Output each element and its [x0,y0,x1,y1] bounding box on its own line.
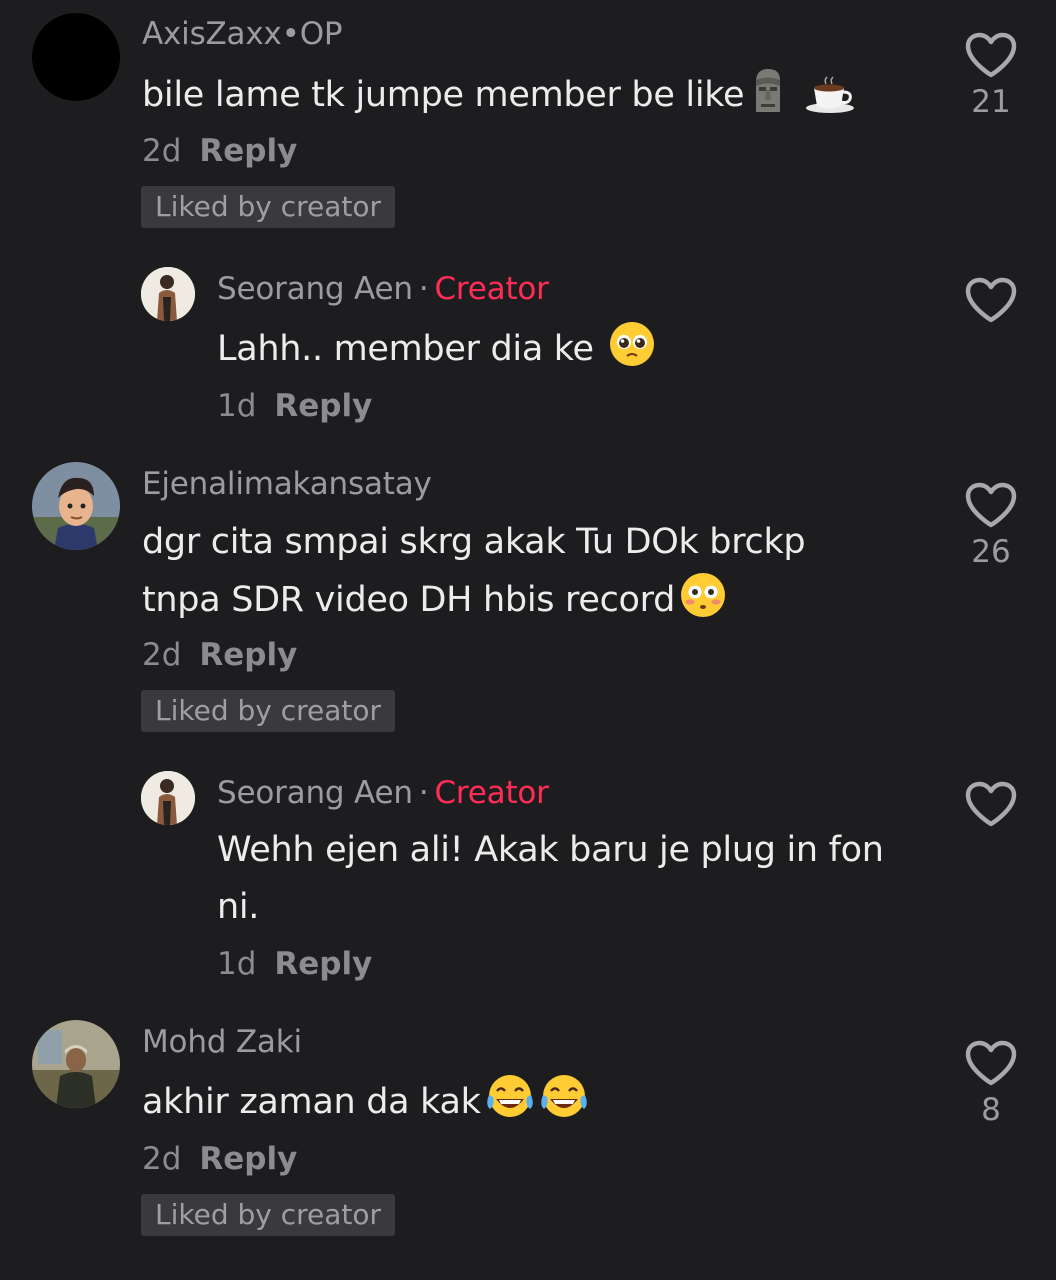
like-button[interactable]: 21 [951,32,1031,120]
comment-text: akhir zaman da kak [142,1073,902,1139]
flushed-face-emoji [679,571,727,637]
reply-button[interactable]: Reply [199,1141,297,1177]
avatar-ejenalimakansatay[interactable] [32,462,120,550]
heart-outline-icon [965,32,1017,78]
comment-username[interactable]: Ejenalimakansatay [142,466,432,502]
heart-outline-icon [965,1040,1017,1086]
creator-tag: Creator [434,775,549,811]
reply-username[interactable]: Seorang Aen · Creator [217,271,549,307]
separator-dot: · [418,271,429,307]
reply-button[interactable]: Reply [274,946,372,982]
comment-meta: 2d Reply [142,637,297,673]
like-button[interactable]: 26 [951,482,1031,570]
tears-of-joy-emoji [485,1073,535,1139]
comment-time: 2d [142,637,182,673]
pleading-face-emoji [608,320,656,386]
avatar-seorang-aen[interactable] [141,771,195,825]
separator-dot: · [418,775,429,811]
comment-meta: 2d Reply [142,1141,297,1177]
comments-page: AxisZaxx•OP bile lame tk jumpe member be… [0,0,1056,1280]
reply-username-text[interactable]: Seorang Aen [217,271,413,307]
creator-tag: Creator [434,271,549,307]
reply-button[interactable]: Reply [199,133,297,169]
reply-meta: 1d Reply [217,388,372,424]
comment-text: dgr cita smpai skrg akak Tu DOk brckp tn… [142,514,862,637]
heart-outline-icon [965,277,1017,323]
heart-outline-icon [965,781,1017,827]
comment-text-body: bile lame tk jumpe member be like [142,75,745,115]
reply-text: Wehh ejen ali! Akak baru je plug in fon … [217,830,884,927]
comment-meta: 2d Reply [142,133,297,169]
reply-button[interactable]: Reply [199,637,297,673]
comment-username[interactable]: Mohd Zaki [142,1024,302,1060]
reply-meta: 1d Reply [217,946,372,982]
like-button[interactable]: 8 [951,1040,1031,1128]
reply-time: 1d [217,946,257,982]
comment-time: 2d [142,133,182,169]
comment-username[interactable]: AxisZaxx•OP [142,16,343,52]
reply-username[interactable]: Seorang Aen · Creator [217,775,549,811]
moai-emoji [748,66,788,132]
liked-by-creator-badge: Liked by creator [141,186,396,228]
like-button[interactable] [951,781,1031,827]
comment-time: 2d [142,1141,182,1177]
comment-text-body: akhir zaman da kak [142,1082,481,1122]
like-count: 21 [971,84,1011,120]
like-count: 26 [971,534,1011,570]
reply-button[interactable]: Reply [274,388,372,424]
comment-text: bile lame tk jumpe member be like [142,66,902,132]
tears-of-joy-emoji [539,1073,589,1139]
like-button[interactable] [951,277,1031,323]
reply-text-body: Lahh.. member dia ke [217,329,594,369]
reply-text: Lahh.. member dia ke [217,320,907,386]
avatar-axiszaxx[interactable] [32,13,120,101]
avatar-seorang-aen[interactable] [141,267,195,321]
reply-username-text[interactable]: Seorang Aen [217,775,413,811]
avatar-mohd-zaki[interactable] [32,1020,120,1108]
like-count: 8 [981,1092,1001,1128]
liked-by-creator-badge: Liked by creator [141,1194,396,1236]
reply-time: 1d [217,388,257,424]
heart-outline-icon [965,482,1017,528]
coffee-emoji [804,74,858,132]
liked-by-creator-badge: Liked by creator [141,690,396,732]
